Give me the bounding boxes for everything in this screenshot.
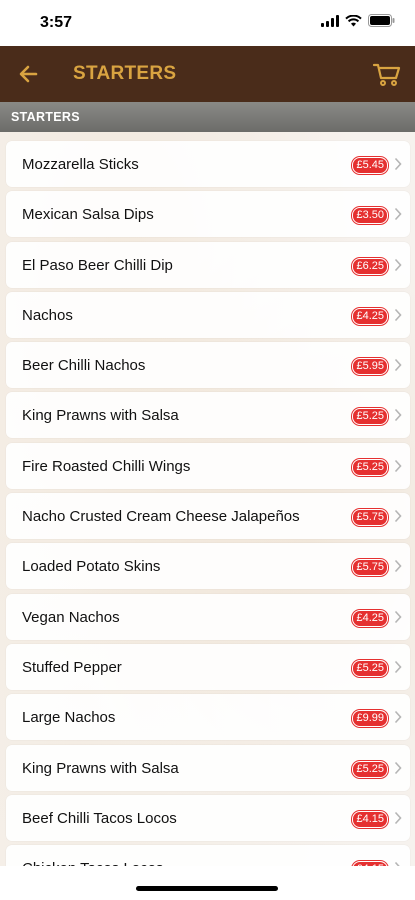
- nav-bar: STARTERS: [0, 46, 415, 102]
- price-badge: £4.15: [352, 810, 388, 828]
- back-button[interactable]: [14, 60, 44, 88]
- price-badge: £5.25: [352, 408, 388, 426]
- item-name: King Prawns with Salsa: [22, 407, 179, 425]
- item-name: Vegan Nachos: [22, 608, 120, 626]
- home-area: [0, 866, 415, 900]
- chevron-right-icon: [394, 761, 402, 774]
- item-name: Nachos: [22, 306, 73, 324]
- section-header: STARTERS: [0, 102, 415, 132]
- cart-icon: [372, 63, 401, 86]
- page-title: STARTERS: [73, 63, 177, 84]
- menu-item[interactable]: Nachos £4.25: [6, 291, 410, 338]
- price-badge: £4.25: [352, 609, 388, 627]
- signal-icon: [321, 14, 339, 27]
- chevron-right-icon: [394, 711, 402, 724]
- wifi-icon: [345, 14, 362, 26]
- price-badge: £5.95: [352, 358, 388, 376]
- item-name: Mexican Salsa Dips: [22, 206, 154, 224]
- menu-item[interactable]: Beef Chilli Tacos Locos £4.15: [6, 794, 410, 841]
- menu-item[interactable]: Beer Chilli Nachos £5.95: [6, 342, 410, 389]
- item-name: Fire Roasted Chilli Wings: [22, 457, 191, 475]
- menu-list: Mozzarella Sticks £5.45 Mexican Salsa Dips…: [6, 141, 410, 866]
- chevron-right-icon: [394, 610, 402, 623]
- price-badge: £4.25: [352, 307, 388, 325]
- status-icons: [321, 14, 395, 27]
- chevron-right-icon: [394, 258, 402, 271]
- item-name: Loaded Potato Skins: [22, 558, 161, 576]
- item-name: Mozzarella Sticks: [22, 156, 139, 173]
- price-badge: £5.75: [352, 559, 388, 577]
- chevron-right-icon: [394, 157, 402, 171]
- status-bar: 3:57: [0, 0, 415, 46]
- menu-item[interactable]: King Prawns with Salsa £5.25: [6, 744, 410, 791]
- menu-item[interactable]: Large Nachos £9.99: [6, 694, 410, 741]
- price-badge: £5.45: [352, 157, 388, 174]
- price-badge: £5.25: [352, 760, 388, 778]
- menu-item[interactable]: Nacho Crusted Cream Cheese Jalapeños £5.7…: [6, 493, 410, 540]
- chevron-right-icon: [394, 811, 402, 824]
- cart-button[interactable]: [371, 58, 403, 90]
- price-badge: £9.99: [352, 710, 388, 728]
- menu-item[interactable]: Fire Roasted Chilli Wings £5.25: [6, 442, 410, 489]
- chevron-right-icon: [394, 359, 402, 372]
- chevron-right-icon: [394, 208, 402, 221]
- chevron-right-icon: [394, 660, 402, 674]
- item-name: Nacho Crusted Cream Cheese Jalapeños: [22, 508, 300, 526]
- chevron-right-icon: [394, 510, 402, 523]
- item-name: King Prawns with Salsa: [22, 759, 179, 777]
- item-name: Stuffed Pepper: [22, 658, 122, 676]
- menu-item[interactable]: Stuffed Pepper £5.25: [6, 643, 410, 690]
- menu-item[interactable]: Chicken Tacos Locos£4.15: [6, 845, 410, 866]
- chevron-right-icon: [394, 409, 402, 422]
- status-time: 3:57: [40, 14, 73, 31]
- price-badge: £6.25: [352, 257, 388, 275]
- menu-item[interactable]: El Paso Beer Chilli Dip £6.25: [6, 241, 410, 288]
- arrow-left-icon: [19, 65, 38, 83]
- menu-item[interactable]: Vegan Nachos £4.25: [6, 593, 410, 640]
- home-indicator[interactable]: [136, 886, 278, 891]
- chevron-right-icon: [394, 459, 402, 472]
- menu-item[interactable]: Loaded Potato Skins £5.75: [6, 543, 410, 590]
- price-badge: £5.25: [352, 458, 388, 476]
- menu-content[interactable]: Mozzarella Sticks £5.45 Mexican Salsa Dips…: [0, 132, 415, 866]
- battery-icon: [368, 14, 395, 27]
- item-name: El Paso Beer Chilli Dip: [22, 256, 173, 274]
- section-label: STARTERS: [11, 110, 80, 124]
- price-badge: £3.50: [352, 207, 388, 225]
- item-name: Large Nachos: [22, 709, 116, 727]
- chevron-right-icon: [394, 308, 402, 321]
- item-name: Beer Chilli Nachos: [22, 357, 146, 375]
- item-name: Beef Chilli Tacos Locos: [22, 809, 177, 827]
- price-badge: £5.75: [352, 509, 388, 527]
- menu-item[interactable]: King Prawns with Salsa £5.25: [6, 392, 410, 439]
- price-badge: £5.25: [352, 659, 388, 677]
- chevron-right-icon: [394, 560, 402, 573]
- menu-item[interactable]: Mexican Salsa Dips £3.50: [6, 191, 410, 238]
- menu-item[interactable]: Mozzarella Sticks £5.45: [6, 141, 410, 187]
